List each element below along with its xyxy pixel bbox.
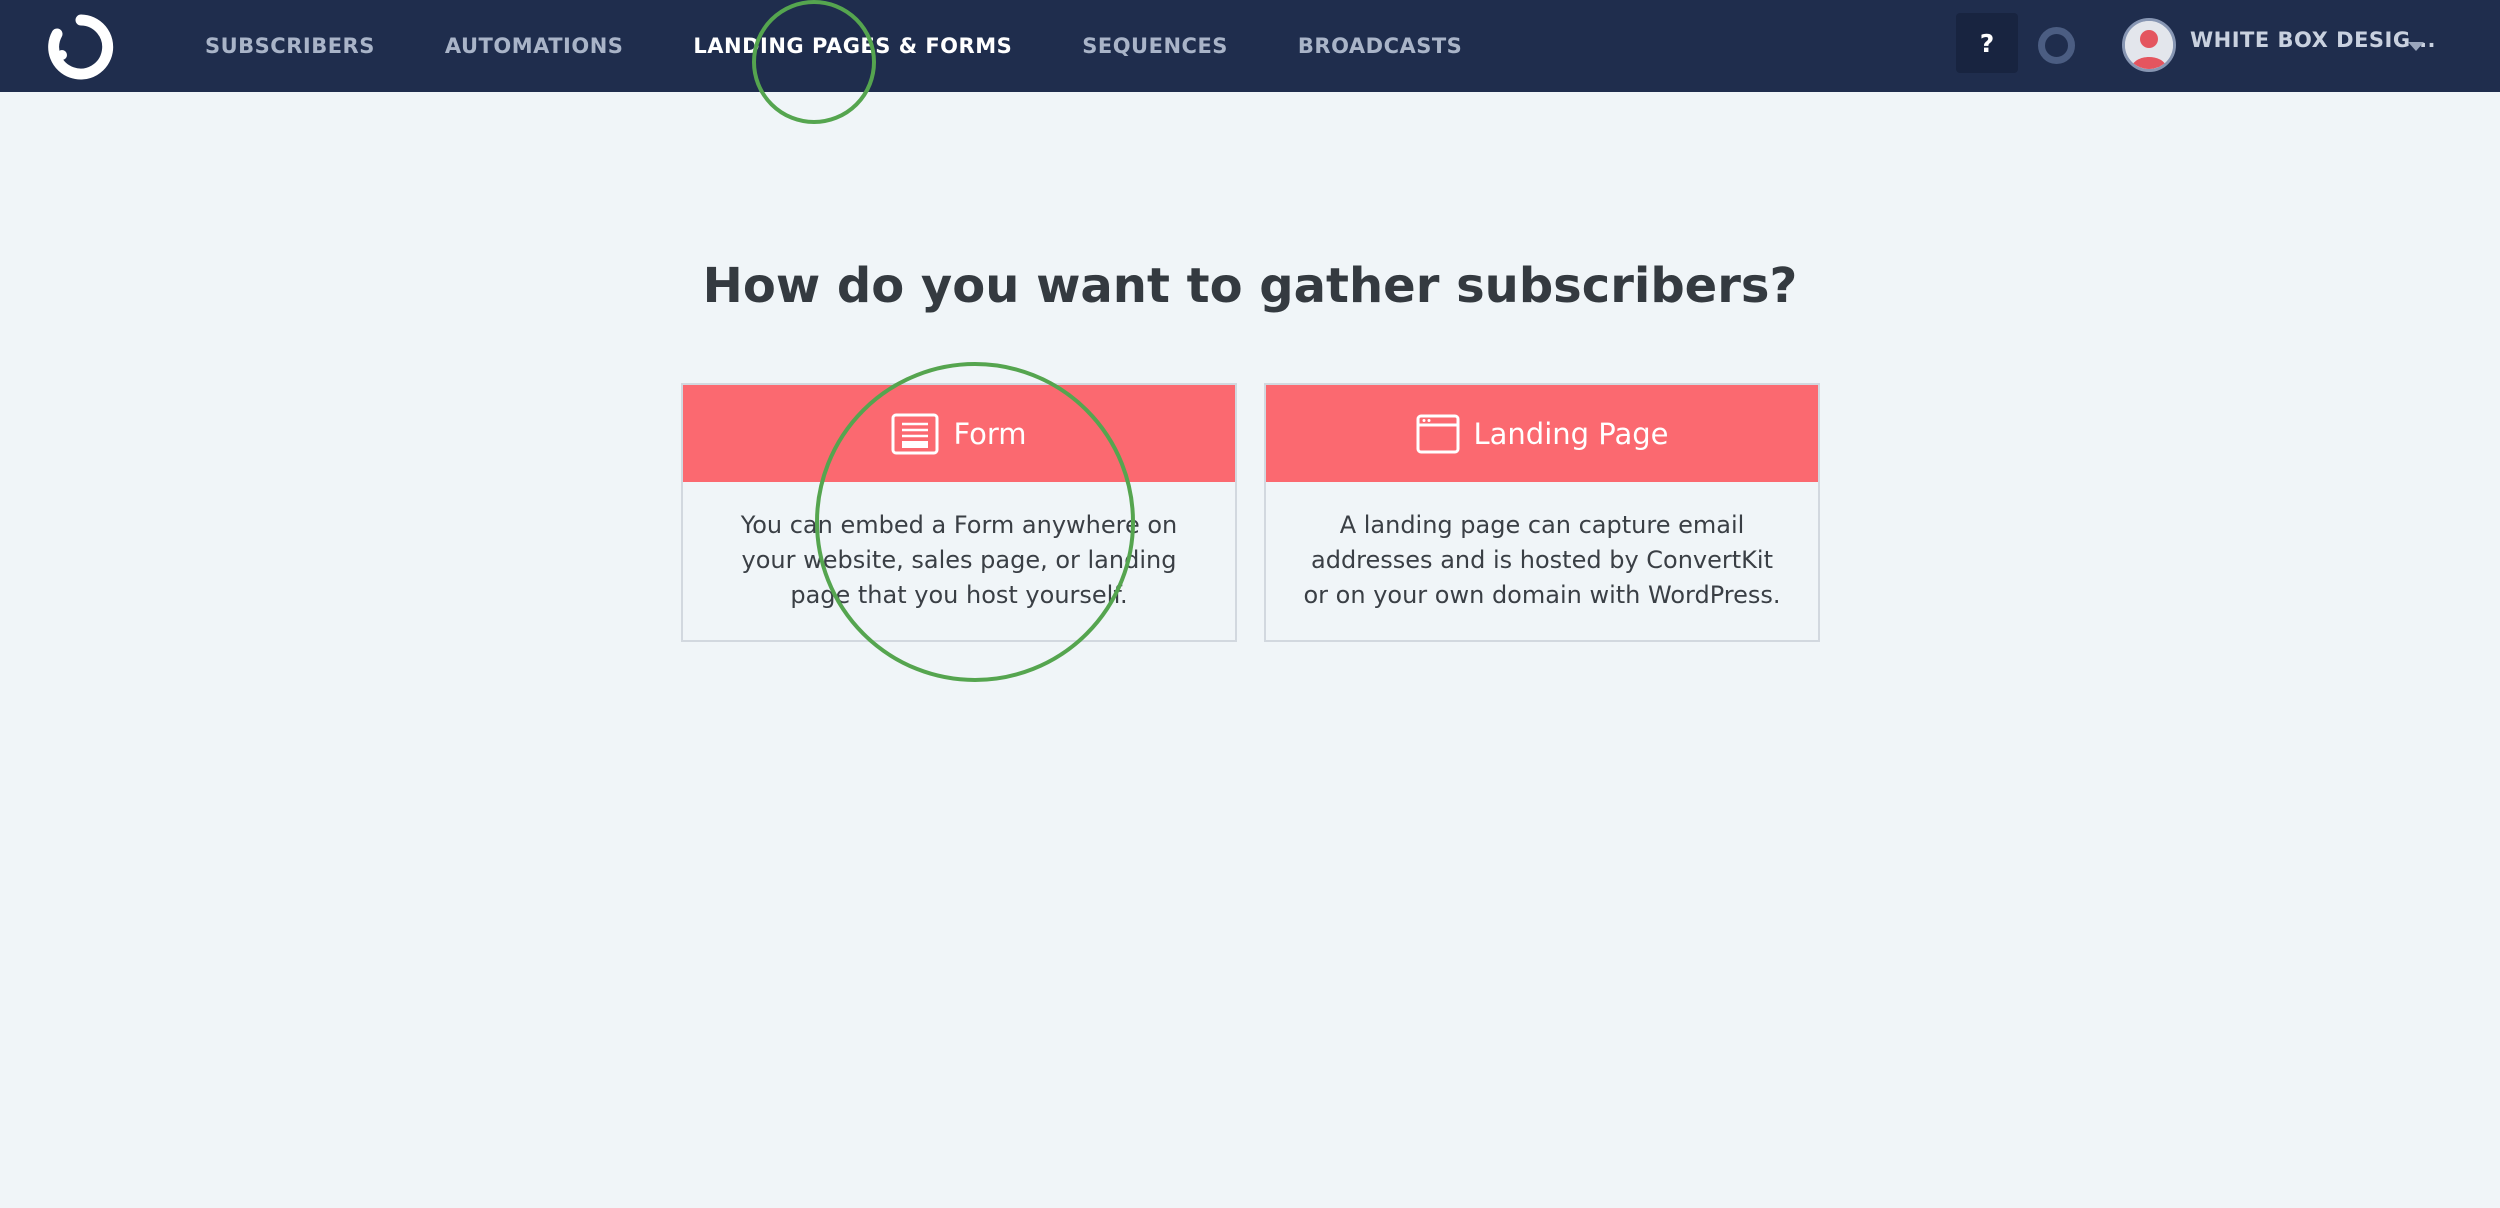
landing-page-option-card[interactable]: Landing Page A landing page can capture …	[1264, 383, 1820, 642]
form-card-description: You can embed a Form anywhere on your we…	[740, 511, 1178, 609]
page-title: How do you want to gather subscribers?	[702, 258, 1798, 314]
status-ring-icon[interactable]	[2038, 27, 2075, 64]
form-card-title: Form	[953, 416, 1027, 451]
nav-automations[interactable]: AUTOMATIONS	[445, 34, 624, 58]
avatar[interactable]	[2122, 18, 2176, 72]
form-icon	[891, 413, 939, 455]
top-navigation-bar: SUBSCRIBERS AUTOMATIONS LANDING PAGES & …	[0, 0, 2500, 92]
main-nav: SUBSCRIBERS AUTOMATIONS LANDING PAGES & …	[205, 0, 1532, 92]
form-card-header[interactable]: Form	[683, 385, 1235, 482]
landing-page-icon	[1416, 414, 1460, 454]
landing-page-card-header[interactable]: Landing Page	[1266, 385, 1818, 482]
form-option-card[interactable]: Form You can embed a Form anywhere on yo…	[681, 383, 1237, 642]
nav-subscribers[interactable]: SUBSCRIBERS	[205, 34, 375, 58]
landing-page-card-description: A landing page can capture email address…	[1303, 511, 1781, 609]
help-button[interactable]: ?	[1956, 13, 2018, 73]
convertkit-logo-icon[interactable]	[48, 14, 114, 80]
landing-page-card-title: Landing Page	[1473, 416, 1669, 451]
nav-sequences[interactable]: SEQUENCES	[1082, 34, 1228, 58]
user-avatar-icon	[2125, 21, 2173, 69]
chevron-down-icon[interactable]	[2408, 42, 2424, 51]
account-name[interactable]: WHITE BOX DESIG...	[2190, 28, 2436, 52]
nav-broadcasts[interactable]: BROADCASTS	[1298, 34, 1462, 58]
nav-landing-pages-forms[interactable]: LANDING PAGES & FORMS	[693, 34, 1012, 58]
